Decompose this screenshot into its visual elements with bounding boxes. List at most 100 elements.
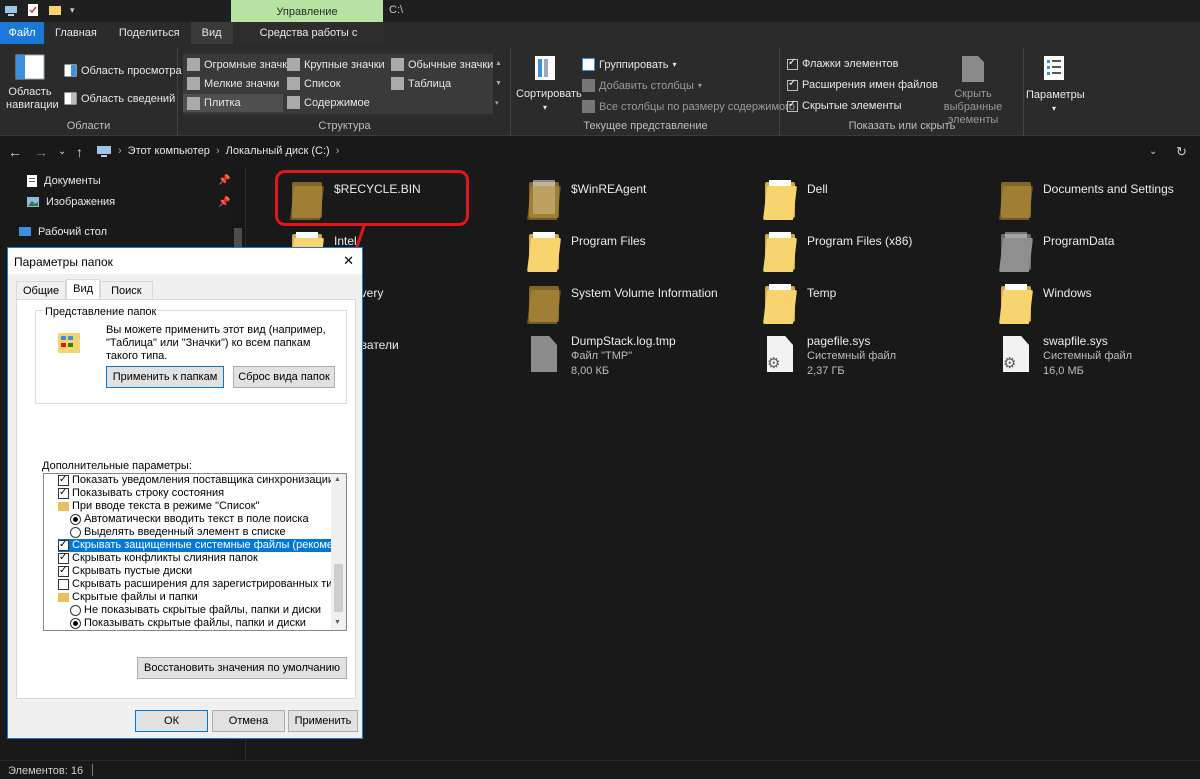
address-dropdown-icon[interactable]: ⌄ [1149, 146, 1157, 157]
file-item-swapfile[interactable]: ⚙ swapfile.sys Системный файл 16,0 МБ [999, 334, 1132, 379]
nav-pane-button[interactable]: Область навигации [6, 54, 59, 112]
layout-extra-large[interactable]: Огромные значки [187, 58, 293, 71]
tree-row[interactable]: Показывать скрытые файлы, папки и диски [70, 617, 346, 630]
close-icon[interactable]: ✕ [343, 253, 354, 269]
file-name: Program Files (x86) [807, 234, 913, 248]
fit-columns-button[interactable]: Все столбцы по размеру содержимого [582, 100, 795, 113]
tab-home[interactable]: Главная [44, 22, 108, 44]
radio[interactable] [70, 618, 81, 629]
tree-row[interactable]: Выделять введенный элемент в списке [70, 526, 346, 539]
file-item-dumpstack[interactable]: DumpStack.log.tmp Файл "TMP" 8,00 КБ [527, 334, 676, 379]
hidden-items-toggle[interactable]: Скрытые элементы [787, 99, 902, 112]
nav-item-desktop[interactable]: Рабочий стол [18, 226, 107, 238]
breadcrumb-separator[interactable]: › [336, 145, 340, 157]
breadcrumb-separator[interactable]: › [216, 145, 220, 157]
file-name: System Volume Information [571, 286, 718, 300]
tree-row[interactable]: Автоматически вводить текст в поле поиск… [70, 513, 346, 526]
new-folder-icon[interactable] [48, 3, 62, 17]
file-item-program-files-x86[interactable]: Program Files (x86) [763, 230, 912, 272]
breadcrumb-this-pc[interactable]: Этот компьютер [128, 145, 210, 157]
apply-button[interactable]: Применить [288, 710, 358, 732]
tree-row[interactable]: Показать уведомления поставщика синхрони… [58, 474, 346, 487]
file-item-pagefile[interactable]: ⚙ pagefile.sys Системный файл 2,37 ГБ [763, 334, 896, 379]
file-item-programdata[interactable]: ProgramData [999, 230, 1114, 272]
checkbox[interactable] [58, 474, 69, 486]
item-checkboxes-checkbox[interactable] [787, 57, 798, 70]
file-item-program-files[interactable]: Program Files [527, 230, 646, 272]
file-item-dell[interactable]: Dell [763, 178, 828, 220]
preview-pane-button[interactable]: Область просмотра [64, 64, 182, 77]
file-item-documents-and-settings[interactable]: Documents and Settings [999, 178, 1174, 220]
layout-large[interactable]: Крупные значки [287, 58, 385, 71]
tab-view-options[interactable]: Вид [66, 279, 101, 300]
properties-icon[interactable] [26, 3, 40, 17]
restore-defaults-button[interactable]: Восстановить значения по умолчанию [137, 657, 347, 679]
tab-search[interactable]: Поиск [100, 281, 153, 300]
pin-icon[interactable]: 📌 [218, 197, 230, 208]
apply-to-folders-button[interactable]: Применить к папкам [106, 366, 224, 388]
group-by-button[interactable]: Группировать ▾ [582, 58, 677, 71]
layout-details[interactable]: Таблица [391, 77, 451, 90]
radio[interactable] [70, 605, 81, 616]
gallery-scroll[interactable]: ▲ ▼ ▾ [495, 54, 503, 114]
back-icon[interactable]: ← [8, 144, 22, 160]
layout-content[interactable]: Содержимое [287, 96, 370, 109]
file-item-windows[interactable]: Windows [999, 282, 1092, 324]
tree-row[interactable]: Не показывать скрытые файлы, папки и дис… [70, 604, 346, 617]
tree-row[interactable]: Скрывать конфликты слияния папок [58, 551, 346, 565]
breadcrumb-separator[interactable]: › [118, 145, 122, 157]
layout-medium[interactable]: Обычные значки [391, 58, 493, 71]
computer-icon[interactable] [4, 3, 18, 17]
checkbox[interactable] [58, 579, 69, 590]
options-button[interactable]: Параметры ▾ [1026, 54, 1085, 115]
scroll-down-icon[interactable]: ▼ [334, 619, 341, 626]
tab-share[interactable]: Поделиться [108, 22, 191, 44]
reset-folders-button[interactable]: Сброс вида папок [233, 366, 335, 388]
tree-row[interactable]: Скрывать расширения для зарегистрированн… [58, 578, 346, 591]
tree-row[interactable]: Скрывать пустые диски [58, 564, 346, 578]
tree-row-selected[interactable]: Скрывать защищенные системные файлы (рек… [58, 538, 346, 552]
tab-drive-tools[interactable]: Средства работы с дисками [232, 22, 385, 61]
customize-toolbar-icon[interactable]: ▾ [70, 5, 75, 16]
hidden-items-checkbox[interactable] [787, 99, 798, 112]
tab-file[interactable]: Файл [0, 22, 44, 44]
forward-icon[interactable]: → [34, 144, 48, 160]
file-size: 8,00 КБ [571, 365, 610, 377]
breadcrumb-local-disk[interactable]: Локальный диск (C:) [226, 145, 330, 157]
tree-row[interactable]: Показывать строку состояния [58, 486, 346, 500]
details-pane-button[interactable]: Область сведений [64, 92, 175, 105]
up-icon[interactable]: ↑ [76, 144, 83, 160]
sort-button[interactable]: Сортировать ▾ [516, 54, 582, 114]
nav-item-pictures[interactable]: Изображения [26, 196, 115, 208]
pin-icon[interactable]: 📌 [218, 175, 230, 186]
cancel-button[interactable]: Отмена [212, 710, 285, 732]
file-item-system-volume-information[interactable]: System Volume Information [527, 282, 718, 324]
layout-small[interactable]: Мелкие значки [187, 77, 279, 90]
scroll-up-icon[interactable]: ▲ [334, 476, 341, 483]
advanced-settings-tree[interactable]: Показать уведомления поставщика синхрони… [43, 473, 347, 631]
file-item-temp[interactable]: Temp [763, 282, 836, 324]
add-columns-button[interactable]: Добавить столбцы ▾ [582, 79, 702, 92]
checkbox[interactable] [58, 551, 69, 564]
recent-locations-icon[interactable]: ⌄ [58, 146, 66, 157]
breadcrumb[interactable]: › Этот компьютер › Локальный диск (C:) › [96, 145, 339, 157]
extensions-checkbox[interactable] [787, 78, 798, 91]
checkbox[interactable] [58, 538, 69, 551]
layout-tiles[interactable]: Плитка [183, 94, 283, 112]
radio[interactable] [70, 527, 81, 538]
ok-button[interactable]: ОК [135, 710, 208, 732]
file-item-winreagent[interactable]: $WinREAgent [527, 178, 646, 220]
tab-general[interactable]: Общие [16, 281, 67, 300]
radio[interactable] [70, 514, 81, 525]
extensions-toggle[interactable]: Расширения имен файлов [787, 78, 938, 91]
hide-selected-button[interactable]: Скрыть выбранные элементы [925, 54, 1021, 127]
item-checkboxes-toggle[interactable]: Флажки элементов [787, 57, 898, 70]
nav-item-documents[interactable]: Документы [26, 174, 101, 188]
tree-scrollbar-thumb[interactable] [334, 564, 343, 612]
layout-list[interactable]: Список [287, 77, 341, 90]
tree-scrollbar[interactable]: ▲ ▼ [331, 474, 346, 630]
checkbox[interactable] [58, 564, 69, 577]
checkbox[interactable] [58, 486, 69, 499]
tab-view[interactable]: Вид [190, 22, 233, 44]
refresh-icon[interactable]: ↻ [1176, 144, 1187, 160]
